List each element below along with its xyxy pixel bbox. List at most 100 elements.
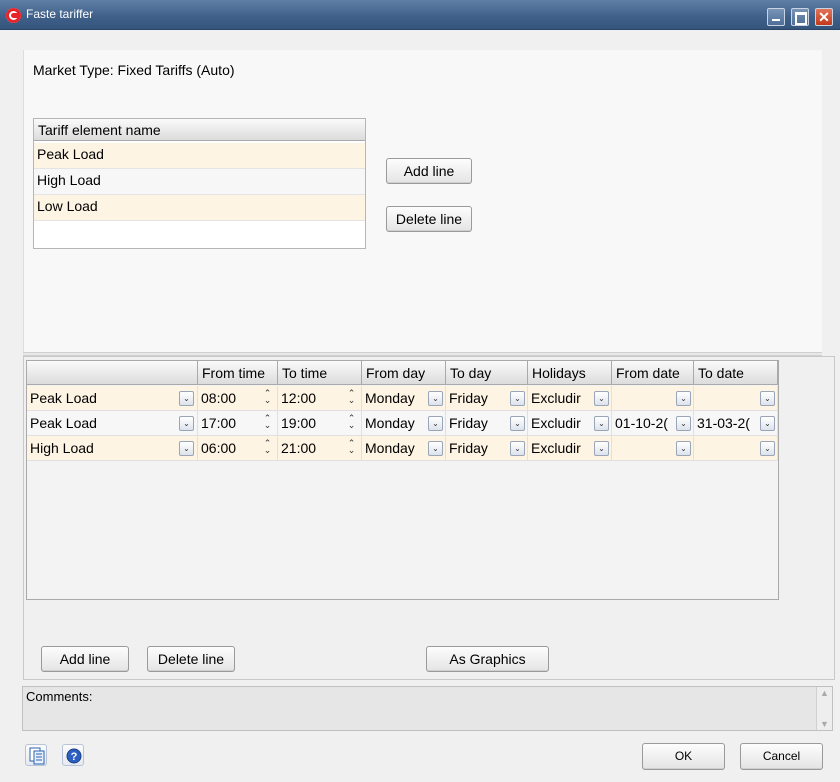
chevron-down-icon[interactable]: ⌄ — [428, 391, 443, 406]
list-item[interactable]: Low Load — [34, 195, 365, 221]
column-header-element[interactable] — [27, 361, 198, 385]
from-time-cell[interactable]: 06:00 ⌃ ⌄ — [198, 436, 278, 461]
tariff-element-name-header[interactable]: Tariff element name — [34, 119, 365, 141]
spinner-icon[interactable]: ⌃ ⌄ — [344, 389, 359, 405]
holidays-value: Excludir — [531, 440, 581, 456]
from-day-cell[interactable]: Monday ⌄ — [362, 436, 446, 461]
holidays-cell[interactable]: Excludir ⌄ — [528, 386, 612, 411]
from-day-value: Monday — [365, 390, 415, 406]
as-graphics-button[interactable]: As Graphics — [426, 646, 549, 672]
to-day-cell[interactable]: Friday ⌄ — [446, 411, 528, 436]
minimize-button[interactable] — [767, 8, 785, 26]
from-day-cell[interactable]: Monday ⌄ — [362, 386, 446, 411]
to-date-value: 31-03-2( — [697, 415, 750, 431]
from-date-cell[interactable]: 01-10-2(⌄ — [612, 411, 694, 436]
maximize-button[interactable] — [791, 8, 809, 26]
holidays-cell[interactable]: Excludir ⌄ — [528, 411, 612, 436]
to-time-cell[interactable]: 21:00 ⌃ ⌄ — [278, 436, 362, 461]
chevron-down-icon[interactable]: ⌄ — [676, 441, 691, 456]
chevron-down-icon[interactable]: ⌄ — [760, 441, 775, 456]
to-day-cell[interactable]: Friday ⌄ — [446, 436, 528, 461]
market-type-label: Market Type: Fixed Tariffs (Auto) — [33, 62, 235, 78]
scroll-up-icon[interactable]: ▲ — [819, 688, 830, 698]
to-date-cell[interactable]: ⌄ — [694, 386, 778, 411]
close-icon: ✕ — [818, 9, 830, 25]
tariff-element-list[interactable]: Tariff element name Peak Load High Load … — [33, 118, 366, 249]
from-date-cell[interactable]: ⌄ — [612, 436, 694, 461]
spinner-icon[interactable]: ⌃ ⌄ — [260, 389, 275, 405]
comments-label: Comments: — [26, 689, 93, 704]
chevron-down-icon[interactable]: ⌄ — [676, 416, 691, 431]
chevron-down-icon[interactable]: ⌄ — [179, 416, 194, 431]
spinner-icon[interactable]: ⌃ ⌄ — [344, 439, 359, 455]
from-time-value: 06:00 — [201, 440, 237, 456]
chevron-down-icon[interactable]: ⌄ — [594, 416, 609, 431]
chevron-down-icon[interactable]: ⌄ — [760, 391, 775, 406]
from-time-cell[interactable]: 17:00 ⌃ ⌄ — [198, 411, 278, 436]
element-cell[interactable]: High Load ⌄ — [27, 436, 198, 461]
maximize-icon — [792, 9, 808, 25]
to-day-value: Friday — [449, 440, 488, 456]
chevron-down-icon[interactable]: ⌄ — [594, 391, 609, 406]
scroll-down-icon[interactable]: ▼ — [819, 719, 830, 729]
copy-button[interactable] — [25, 744, 47, 766]
delete-period-button[interactable]: Delete line — [147, 646, 235, 672]
holidays-cell[interactable]: Excludir ⌄ — [528, 436, 612, 461]
add-tariff-element-button[interactable]: Add line — [386, 158, 472, 184]
element-cell[interactable]: Peak Load ⌄ — [27, 411, 198, 436]
list-item[interactable]: Peak Load — [34, 143, 365, 169]
from-day-value: Monday — [365, 440, 415, 456]
column-header-to-day[interactable]: To day — [446, 361, 528, 385]
element-value: High Load — [30, 440, 94, 456]
window-title: Faste tariffer — [26, 7, 94, 21]
from-day-cell[interactable]: Monday ⌄ — [362, 411, 446, 436]
column-header-to-date[interactable]: To date — [694, 361, 778, 385]
element-cell[interactable]: Peak Load ⌄ — [27, 386, 198, 411]
to-time-cell[interactable]: 19:00 ⌃ ⌄ — [278, 411, 362, 436]
column-header-from-day[interactable]: From day — [362, 361, 446, 385]
to-date-cell[interactable]: ⌄ — [694, 436, 778, 461]
from-date-cell[interactable]: ⌄ — [612, 386, 694, 411]
comments-scrollbar[interactable]: ▲ ▼ — [816, 687, 832, 730]
to-time-cell[interactable]: 12:00 ⌃ ⌄ — [278, 386, 362, 411]
chevron-down-icon[interactable]: ⌄ — [510, 391, 525, 406]
chevron-down-icon[interactable]: ⌄ — [179, 391, 194, 406]
chevron-down-icon[interactable]: ⌄ — [510, 416, 525, 431]
minimize-icon — [768, 9, 784, 25]
to-date-cell[interactable]: 31-03-2( ⌄ — [694, 411, 778, 436]
window-titlebar[interactable]: Faste tariffer ✕ — [0, 0, 840, 30]
to-day-value: Friday — [449, 390, 488, 406]
from-day-value: Monday — [365, 415, 415, 431]
to-time-value: 12:00 — [281, 390, 317, 406]
svg-text:?: ? — [71, 751, 78, 763]
help-button[interactable]: ? — [62, 744, 84, 766]
from-time-cell[interactable]: 08:00 ⌃ ⌄ — [198, 386, 278, 411]
spinner-icon[interactable]: ⌃ ⌄ — [260, 414, 275, 430]
chevron-down-icon[interactable]: ⌄ — [179, 441, 194, 456]
list-item[interactable]: High Load — [34, 169, 365, 195]
chevron-down-icon[interactable]: ⌄ — [428, 441, 443, 456]
chevron-down-icon[interactable]: ⌄ — [676, 391, 691, 406]
cancel-button[interactable]: Cancel — [740, 743, 823, 770]
chevron-down-icon[interactable]: ⌄ — [510, 441, 525, 456]
ok-button[interactable]: OK — [642, 743, 725, 770]
spinner-icon[interactable]: ⌃ ⌄ — [344, 414, 359, 430]
column-header-holidays[interactable]: Holidays — [528, 361, 612, 385]
holidays-value: Excludir — [531, 390, 581, 406]
comments-field[interactable]: Comments: ▲ ▼ — [22, 686, 833, 731]
element-value: Peak Load — [30, 390, 97, 406]
close-button[interactable]: ✕ — [815, 8, 833, 26]
tariff-periods-grid[interactable]: From time To time From day To day Holida… — [26, 360, 779, 600]
chevron-down-icon[interactable]: ⌄ — [428, 416, 443, 431]
add-period-button[interactable]: Add line — [41, 646, 129, 672]
column-header-from-date[interactable]: From date — [612, 361, 694, 385]
to-day-value: Friday — [449, 415, 488, 431]
column-header-from-time[interactable]: From time — [198, 361, 278, 385]
chevron-down-icon[interactable]: ⌄ — [760, 416, 775, 431]
column-header-to-time[interactable]: To time — [278, 361, 362, 385]
to-time-value: 21:00 — [281, 440, 317, 456]
to-day-cell[interactable]: Friday ⌄ — [446, 386, 528, 411]
chevron-down-icon[interactable]: ⌄ — [594, 441, 609, 456]
spinner-icon[interactable]: ⌃ ⌄ — [260, 439, 275, 455]
delete-tariff-element-button[interactable]: Delete line — [386, 206, 472, 232]
